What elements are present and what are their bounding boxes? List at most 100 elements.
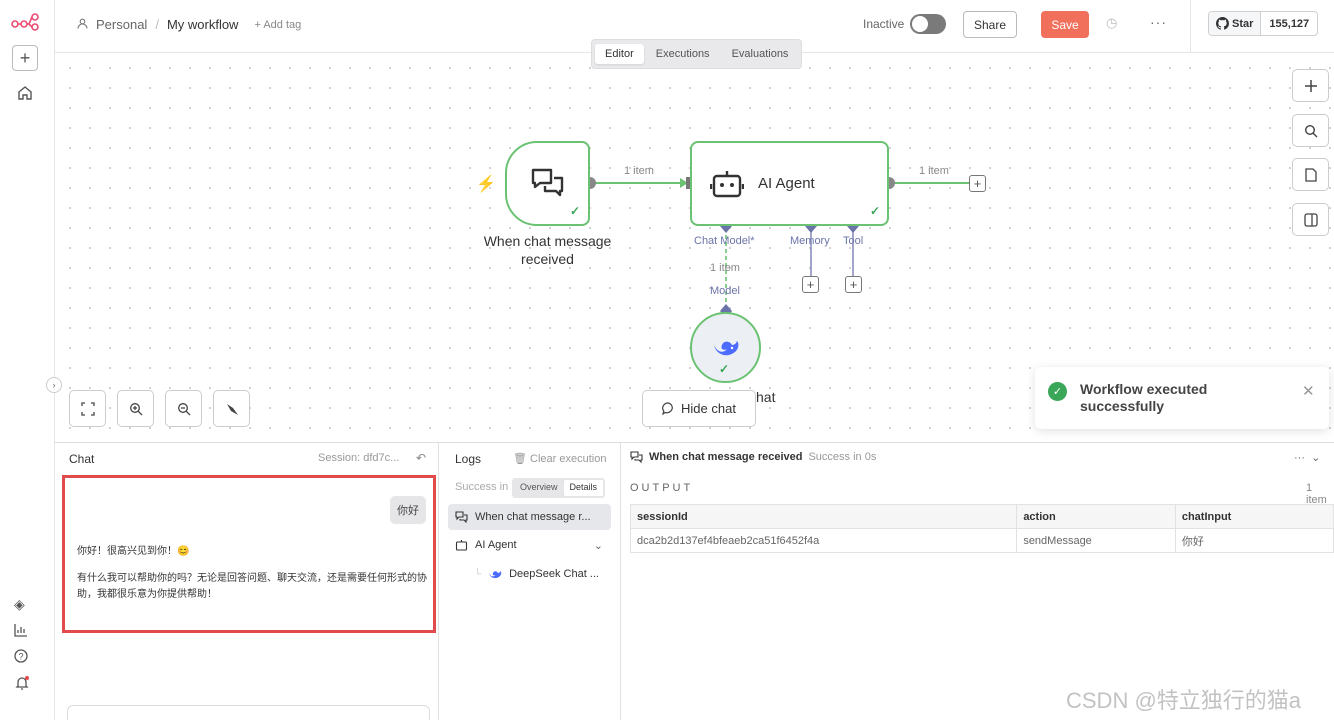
session-id[interactable]: Session: dfd7c... xyxy=(318,452,399,464)
watermark: CSDN @特立独行的猫a xyxy=(1066,688,1302,713)
connection-item-count: 1 item xyxy=(624,165,654,177)
output-label: OUTPUT xyxy=(630,482,694,494)
deepseek-whale-icon xyxy=(489,570,502,578)
zoom-out-icon xyxy=(177,402,190,415)
breadcrumb-separator: / xyxy=(155,17,159,32)
column-header: action xyxy=(1016,504,1176,529)
toast-message: Workflow executed successfully xyxy=(1080,381,1208,414)
breadcrumb-project[interactable]: Personal xyxy=(96,17,147,32)
ai-agent-label: AI Agent xyxy=(758,175,815,192)
github-star-count: 155,127 xyxy=(1269,17,1310,30)
success-toast: ✓ Workflow executed successfully ✕ xyxy=(1035,367,1329,429)
output-more-options[interactable]: ··· ⌄ xyxy=(1294,451,1320,464)
success-check-icon: ✓ xyxy=(870,204,881,218)
logs-view-toggle: Overview Details xyxy=(512,478,606,498)
svg-text:?: ? xyxy=(18,652,23,662)
logs-pane: Logs 🗑 Clear execution Success in Overvi… xyxy=(439,443,620,720)
zoom-in-button[interactable] xyxy=(117,390,154,427)
trigger-node[interactable]: ✓ xyxy=(505,141,590,226)
expand-sidebar-button[interactable]: › xyxy=(46,377,62,393)
zoom-out-button[interactable] xyxy=(165,390,202,427)
sticky-note-icon xyxy=(1304,167,1317,182)
column-header: chatInput xyxy=(1174,504,1334,529)
add-next-node-button[interactable]: + xyxy=(969,175,986,192)
view-tabs: Editor Executions Evaluations xyxy=(591,39,803,69)
log-row-label: When chat message r... xyxy=(475,511,591,523)
chat-icon xyxy=(630,451,643,463)
tidy-up-button[interactable] xyxy=(213,390,250,427)
table-cell: sendMessage xyxy=(1016,528,1176,553)
tab-editor[interactable]: Editor xyxy=(595,44,644,64)
n8n-logo[interactable] xyxy=(11,12,41,32)
clear-execution-button[interactable]: 🗑 Clear execution xyxy=(513,452,606,465)
tab-executions[interactable]: Executions xyxy=(646,44,720,64)
insights-icon[interactable] xyxy=(14,623,28,640)
add-tool-button[interactable]: + xyxy=(845,276,862,293)
chat-input[interactable] xyxy=(67,705,430,720)
left-sidebar: + ◈ ? xyxy=(0,0,55,720)
active-toggle[interactable] xyxy=(910,14,946,34)
home-icon[interactable] xyxy=(12,80,38,106)
user-icon xyxy=(77,17,88,32)
fit-view-icon xyxy=(80,401,95,416)
add-node-button[interactable] xyxy=(1292,69,1329,102)
trigger-node-label: When chat message received xyxy=(483,233,612,267)
deepseek-node-label: hat xyxy=(756,389,776,405)
robot-icon xyxy=(710,170,744,197)
chat-model-input-label: Chat Model* xyxy=(694,235,755,247)
search-nodes-button[interactable] xyxy=(1292,114,1329,147)
add-tag-link[interactable]: + Add tag xyxy=(254,19,301,31)
connection-item-count: 1 item xyxy=(919,165,949,177)
toggle-panel-button[interactable] xyxy=(1292,203,1329,236)
search-icon xyxy=(1304,124,1317,137)
close-icon[interactable]: ✕ xyxy=(1302,382,1315,400)
log-row[interactable]: └ DeepSeek Chat ... xyxy=(448,561,611,587)
success-check-icon: ✓ xyxy=(1048,382,1067,401)
log-row[interactable]: When chat message r... xyxy=(448,504,611,530)
memory-input-label: Memory xyxy=(790,235,830,247)
deepseek-chat-node[interactable]: ✓ xyxy=(690,312,761,383)
add-memory-button[interactable]: + xyxy=(802,276,819,293)
share-button[interactable]: Share xyxy=(963,11,1017,38)
zoom-to-fit-button[interactable] xyxy=(69,390,106,427)
github-star-button[interactable]: Star 155,127 xyxy=(1208,11,1319,36)
hide-chat-label: Hide chat xyxy=(681,401,736,416)
log-row-label: AI Agent xyxy=(475,539,517,551)
output-item-count: 1 item xyxy=(1306,482,1327,506)
details-toggle[interactable]: Details xyxy=(563,480,604,496)
hide-chat-button[interactable]: Hide chat xyxy=(642,390,756,427)
ai-agent-node[interactable]: AI Agent ✓ xyxy=(690,141,889,226)
output-table: sessionId action chatInput dca2b2d137ef4… xyxy=(629,504,1334,553)
history-icon[interactable]: ◷ xyxy=(1106,15,1117,31)
bot-message-line: 有什么我可以帮助你的吗？无论是回答问题、聊天交流，还是需要任何形式的协助，我都很… xyxy=(77,573,427,600)
table-cell: 你好 xyxy=(1174,528,1334,553)
chat-icon xyxy=(455,511,468,523)
chat-pane: Chat Session: dfd7c... ↶ 你好 你好！很高兴见到你！😊 … xyxy=(55,443,438,720)
reset-session-icon[interactable]: ↶ xyxy=(416,451,426,465)
tab-evaluations[interactable]: Evaluations xyxy=(722,44,799,64)
zoom-in-icon xyxy=(129,402,142,415)
notifications-bell-icon[interactable] xyxy=(14,675,30,694)
bot-message-line: 你好！很高兴见到你！😊 xyxy=(77,546,190,557)
github-star-label: Star xyxy=(1232,17,1254,30)
trigger-bolt-icon: ⚡ xyxy=(476,176,496,193)
overview-toggle[interactable]: Overview xyxy=(514,480,564,496)
help-icon[interactable]: ? xyxy=(14,649,28,666)
workflow-name[interactable]: My workflow xyxy=(167,17,239,32)
templates-icon[interactable]: ◈ xyxy=(14,596,25,613)
logs-success-label: Success in xyxy=(455,481,509,493)
more-options-button[interactable]: ··· xyxy=(1150,14,1167,30)
deepseek-whale-icon xyxy=(713,340,738,355)
tool-input-label: Tool xyxy=(843,235,864,247)
connection-item-count: 1 item xyxy=(710,262,740,274)
column-header: sessionId xyxy=(629,504,1018,529)
success-check-icon: ✓ xyxy=(570,204,581,218)
sticky-note-button[interactable] xyxy=(1292,158,1329,191)
chat-messages: 你好 你好！很高兴见到你！😊 有什么我可以帮助你的吗？无论是回答问题、聊天交流，… xyxy=(62,475,436,633)
log-row[interactable]: AI Agent ⌄ xyxy=(448,532,611,558)
add-button[interactable]: + xyxy=(12,45,38,71)
panel-icon xyxy=(1303,212,1318,227)
chevron-down-icon[interactable]: ⌄ xyxy=(594,539,603,552)
save-button[interactable]: Save xyxy=(1041,11,1089,38)
output-pane: When chat message received Success in 0s… xyxy=(621,443,1334,720)
